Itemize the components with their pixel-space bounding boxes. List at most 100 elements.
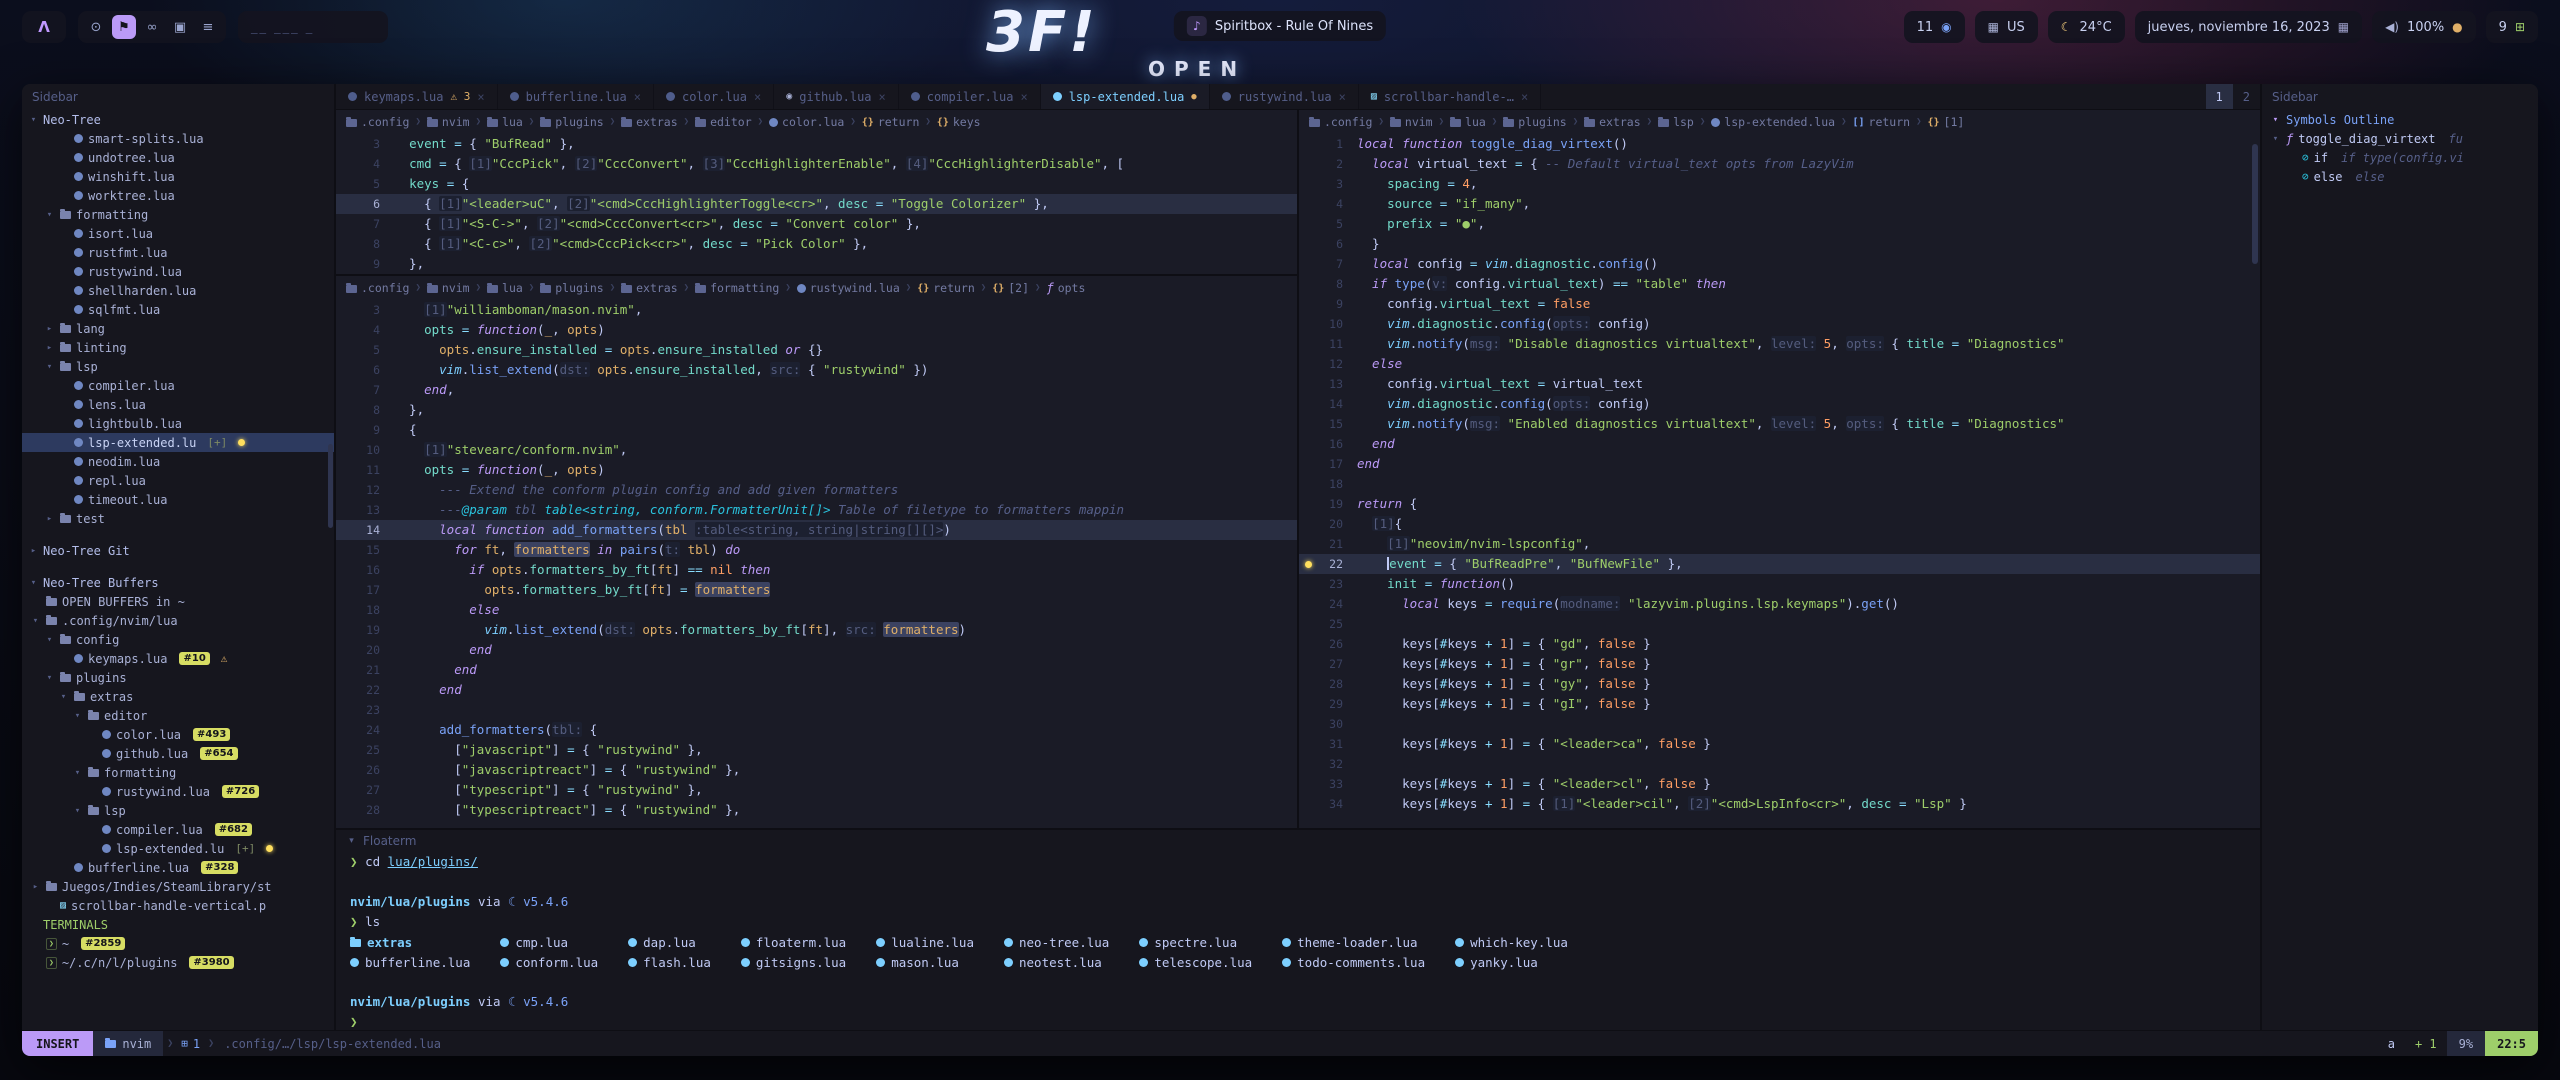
music-widget[interactable]: ♪ Spiritbox - Rule Of Nines	[1174, 11, 1386, 41]
tree-item-color-lua[interactable]: color.lua#493	[22, 725, 334, 744]
tabpage-indicator-1[interactable]: 1	[2206, 84, 2233, 109]
code-line-25[interactable]: 25 ["javascript"] = { "rustywind" },	[336, 740, 1297, 760]
breadcrumb-item-plugins[interactable]: plugins	[540, 115, 603, 129]
code-lines-lsp[interactable]: 1local function toggle_diag_virtext()2 l…	[1299, 134, 2260, 828]
tree-item-lens-lua[interactable]: lens.lua	[22, 395, 334, 414]
weather-pill[interactable]: ☾ 24°C	[2048, 11, 2125, 43]
code-line-7[interactable]: 7 { [1]"<S-C->", [2]"<cmd>CccConvert<cr>…	[336, 214, 1297, 234]
code-line-22[interactable]: 22 event = { "BufReadPre", "BufNewFile" …	[1299, 554, 2260, 574]
symbols-outline-header[interactable]: ▾ Symbols Outline	[2262, 110, 2538, 129]
outline-item-if[interactable]: ⊘ifif type(config.vi	[2262, 148, 2538, 167]
code-line-22[interactable]: 22 end	[336, 680, 1297, 700]
window-title-pill[interactable]: __ ___ _	[238, 11, 388, 43]
breadcrumb-item-lua[interactable]: lua	[1450, 115, 1486, 129]
close-icon[interactable]: ×	[879, 90, 886, 104]
code-line-3[interactable]: 3 [1]"williamboman/mason.nvim",	[336, 300, 1297, 320]
code-line-13[interactable]: 13 config.virtual_text = virtual_text	[1299, 374, 2260, 394]
tree-item-shellharden-lua[interactable]: shellharden.lua	[22, 281, 334, 300]
tree-item-lsp-extended-lu[interactable]: lsp-extended.lu[+]	[22, 839, 334, 858]
code-line-32[interactable]: 32	[1299, 754, 2260, 774]
code-line-10[interactable]: 10 [1]"stevearc/conform.nvim",	[336, 440, 1297, 460]
tree-item-lsp-extended-lu[interactable]: lsp-extended.lu[+]	[22, 433, 334, 452]
code-line-13[interactable]: 13 ---@param tbl table<string, conform.F…	[336, 500, 1297, 520]
keyboard-layout-pill[interactable]: ▦ US	[1975, 11, 2038, 43]
tree-item-config[interactable]: ▾config	[22, 630, 334, 649]
tree-item-winshift-lua[interactable]: winshift.lua	[22, 167, 334, 186]
section-header-neo-tree[interactable]: ▾Neo-Tree	[22, 110, 334, 129]
breadcrumb-item-rustywind-lua[interactable]: rustywind.lua	[797, 281, 900, 295]
close-icon[interactable]: ×	[1521, 90, 1528, 104]
code-lines-rusty[interactable]: 3 [1]"williamboman/mason.nvim",4 opts = …	[336, 300, 1297, 828]
close-icon[interactable]: ×	[1020, 90, 1027, 104]
close-icon[interactable]: ×	[1339, 90, 1346, 104]
code-line-8[interactable]: 8 if type(v: config.virtual_text) == "ta…	[1299, 274, 2260, 294]
tree-item-rustfmt-lua[interactable]: rustfmt.lua	[22, 243, 334, 262]
code-line-5[interactable]: 5 opts.ensure_installed = opts.ensure_in…	[336, 340, 1297, 360]
breadcrumb-item-return[interactable]: []return	[1852, 115, 1910, 129]
tree-item-compiler-lua[interactable]: compiler.lua	[22, 376, 334, 395]
tree-item-repl-lua[interactable]: repl.lua	[22, 471, 334, 490]
outline-item-toggle-diag-virtext[interactable]: ▾ƒtoggle_diag_virtextfu	[2262, 129, 2538, 148]
close-icon[interactable]: ×	[634, 90, 641, 104]
code-line-6[interactable]: 6 { [1]"<leader>uC", [2]"<cmd>CccHighlig…	[336, 194, 1297, 214]
breadcrumb-item-editor[interactable]: editor	[695, 115, 752, 129]
tree-item-bufferline-lua[interactable]: bufferline.lua#328	[22, 858, 334, 877]
tree-item-isort-lua[interactable]: isort.lua	[22, 224, 334, 243]
code-line-7[interactable]: 7 end,	[336, 380, 1297, 400]
code-line-18[interactable]: 18	[1299, 474, 2260, 494]
tree-item-keymaps-lua[interactable]: keymaps.lua#10⚠	[22, 649, 334, 668]
tab-scrollbar-handle[interactable]: ▨scrollbar-handle-…×	[1359, 84, 1541, 109]
code-line-4[interactable]: 4 opts = function(_, opts)	[336, 320, 1297, 340]
code-line-19[interactable]: 19return {	[1299, 494, 2260, 514]
tree-item-test[interactable]: ▸test	[22, 509, 334, 528]
code-line-6[interactable]: 6 }	[1299, 234, 2260, 254]
statusline-cwd[interactable]: nvim	[93, 1031, 163, 1056]
tree-item-sqlfmt-lua[interactable]: sqlfmt.lua	[22, 300, 334, 319]
breadcrumb-item-lua[interactable]: lua	[487, 281, 523, 295]
breadcrumb-item-extras[interactable]: extras	[1584, 115, 1641, 129]
breadcrumb-item-nvim[interactable]: nvim	[427, 281, 470, 295]
tree-item-extras[interactable]: ▾extras	[22, 687, 334, 706]
breadcrumb-item-plugins[interactable]: plugins	[540, 281, 603, 295]
close-icon[interactable]: ×	[477, 90, 484, 104]
tree-item-c-n-l-plugins[interactable]: ❯~/.c/n/l/plugins#3980	[22, 953, 334, 972]
tree-item-lsp[interactable]: ▾lsp	[22, 801, 334, 820]
code-line-8[interactable]: 8 { [1]"<C-c>", [2]"<cmd>CccPick<cr>", d…	[336, 234, 1297, 254]
code-line-24[interactable]: 24 add_formatters(tbl: {	[336, 720, 1297, 740]
code-line-23[interactable]: 23 init = function()	[1299, 574, 2260, 594]
code-line-10[interactable]: 10 vim.diagnostic.config(opts: config)	[1299, 314, 2260, 334]
breadcrumb-item-plugins[interactable]: plugins	[1503, 115, 1566, 129]
breadcrumb-item-config[interactable]: .config	[1309, 115, 1372, 129]
code-line-4[interactable]: 4 source = "if_many",	[1299, 194, 2260, 214]
tree-item-rustywind-lua[interactable]: rustywind.lua#726	[22, 782, 334, 801]
code-lines-color[interactable]: 3 event = { "BufRead" },4 cmd = { [1]"Cc…	[336, 134, 1297, 274]
tree-item-lsp[interactable]: ▾lsp	[22, 357, 334, 376]
code-line-8[interactable]: 8 },	[336, 400, 1297, 420]
volume-pill[interactable]: ◀) 100% ●	[2372, 11, 2476, 43]
code-line-27[interactable]: 27 keys[#keys + 1] = { "gr", false }	[1299, 654, 2260, 674]
code-line-6[interactable]: 6 vim.list_extend(dst: opts.ensure_insta…	[336, 360, 1297, 380]
code-line-1[interactable]: 1local function toggle_diag_virtext()	[1299, 134, 2260, 154]
breadcrumb-item-extras[interactable]: extras	[621, 281, 678, 295]
code-line-9[interactable]: 9 config.virtual_text = false	[1299, 294, 2260, 314]
tree-item-formatting[interactable]: ▾formatting	[22, 205, 334, 224]
tabpage-indicator-2[interactable]: 2	[2233, 84, 2260, 109]
code-line-12[interactable]: 12 --- Extend the conform plugin config …	[336, 480, 1297, 500]
code-line-21[interactable]: 21 [1]"neovim/nvim-lspconfig",	[1299, 534, 2260, 554]
tab-lsp-extended-lua[interactable]: lsp-extended.lua●	[1041, 84, 1210, 109]
code-line-3[interactable]: 3 spacing = 4,	[1299, 174, 2260, 194]
code-line-25[interactable]: 25	[1299, 614, 2260, 634]
tree-item-juegos-indies-steamlibrary-st[interactable]: ▸Juegos/Indies/SteamLibrary/st	[22, 877, 334, 896]
code-line-19[interactable]: 19 vim.list_extend(dst: opts.formatters_…	[336, 620, 1297, 640]
link-icon[interactable]: ∞	[140, 15, 164, 39]
code-line-3[interactable]: 3 event = { "BufRead" },	[336, 134, 1297, 154]
tree-item-linting[interactable]: ▸linting	[22, 338, 334, 357]
tree-item-open-buffers-in[interactable]: OPEN BUFFERS in ~	[22, 592, 334, 611]
code-line-16[interactable]: 16 end	[1299, 434, 2260, 454]
tree-item-rustywind-lua[interactable]: rustywind.lua	[22, 262, 334, 281]
tree-item-timeout-lua[interactable]: timeout.lua	[22, 490, 334, 509]
code-line-11[interactable]: 11 opts = function(_, opts)	[336, 460, 1297, 480]
code-line-17[interactable]: 17end	[1299, 454, 2260, 474]
code-line-28[interactable]: 28 keys[#keys + 1] = { "gy", false }	[1299, 674, 2260, 694]
list-icon[interactable]: ≡	[196, 15, 220, 39]
